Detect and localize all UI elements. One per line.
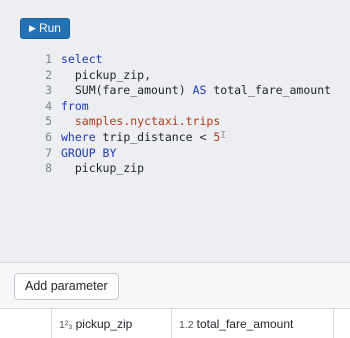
code-token: samples.nyctaxi.trips <box>61 114 221 129</box>
code-line[interactable]: 3 SUM(fare_amount) AS total_fare_amount <box>0 83 350 99</box>
column-label: total_fare_amount <box>196 317 294 331</box>
column-header-total-fare-amount[interactable]: 1.2 total_fare_amount <box>179 309 293 338</box>
sql-editor[interactable]: 1 select 2 pickup_zip, 3 SUM(fare_amount) A… <box>0 52 350 177</box>
line-number: 4 <box>45 98 52 113</box>
code-token: pickup_zip, <box>61 67 152 82</box>
code-text: where trip_distance < 5I <box>61 130 226 147</box>
column-divider <box>171 309 172 338</box>
code-token: AS <box>192 83 207 98</box>
code-token: where <box>61 129 96 144</box>
line-number: 3 <box>45 83 52 98</box>
code-text: select <box>61 52 103 68</box>
run-button[interactable]: ▶ Run <box>20 18 70 39</box>
code-line[interactable]: 7 GROUP BY <box>0 146 350 162</box>
add-parameter-button[interactable]: Add parameter <box>14 273 119 300</box>
line-number: 6 <box>45 129 52 144</box>
results-table-header: 1²₃ pickup_zip 1.2 total_fare_amount <box>0 308 350 338</box>
line-number: 8 <box>45 161 52 176</box>
run-label: Run <box>38 21 61 35</box>
code-line[interactable]: 2 pickup_zip, <box>0 68 350 84</box>
code-text: pickup_zip <box>61 161 144 177</box>
line-number: 7 <box>45 145 52 160</box>
results-panel: Add parameter 1²₃ pickup_zip 1.2 total_far… <box>0 262 350 338</box>
code-line[interactable]: 4 from <box>0 99 350 115</box>
code-text: GROUP BY <box>61 146 116 162</box>
code-text: samples.nyctaxi.trips <box>61 114 220 130</box>
code-text: from <box>61 99 89 115</box>
integer-type-icon: 1²₃ <box>59 319 73 331</box>
column-header-pickup-zip[interactable]: 1²₃ pickup_zip <box>59 309 132 338</box>
line-number: 2 <box>45 67 52 82</box>
play-icon: ▶ <box>29 23 36 33</box>
code-line[interactable]: 1 select <box>0 52 350 68</box>
decimal-type-icon: 1.2 <box>179 319 194 331</box>
line-number: 5 <box>45 114 52 129</box>
code-token: pickup_zip <box>61 161 145 176</box>
code-token: GROUP BY <box>61 145 117 160</box>
line-number: 1 <box>45 52 52 66</box>
code-line[interactable]: 5 samples.nyctaxi.trips <box>0 114 350 130</box>
code-token: select <box>61 52 103 66</box>
text-cursor-icon: I <box>220 129 227 141</box>
code-text: SUM(fare_amount) AS total_fare_amount <box>61 83 331 99</box>
code-token: from <box>61 98 89 113</box>
column-label: pickup_zip <box>75 317 133 331</box>
code-line[interactable]: 8 pickup_zip <box>0 161 350 177</box>
column-divider <box>51 309 52 338</box>
code-line[interactable]: 6 where trip_distance < 5I <box>0 130 350 146</box>
code-text: pickup_zip, <box>61 68 151 84</box>
code-token: trip_distance < <box>95 129 214 144</box>
code-token: SUM(fare_amount) <box>61 83 193 98</box>
code-token: total_fare_amount <box>206 83 332 98</box>
column-divider <box>333 309 334 338</box>
